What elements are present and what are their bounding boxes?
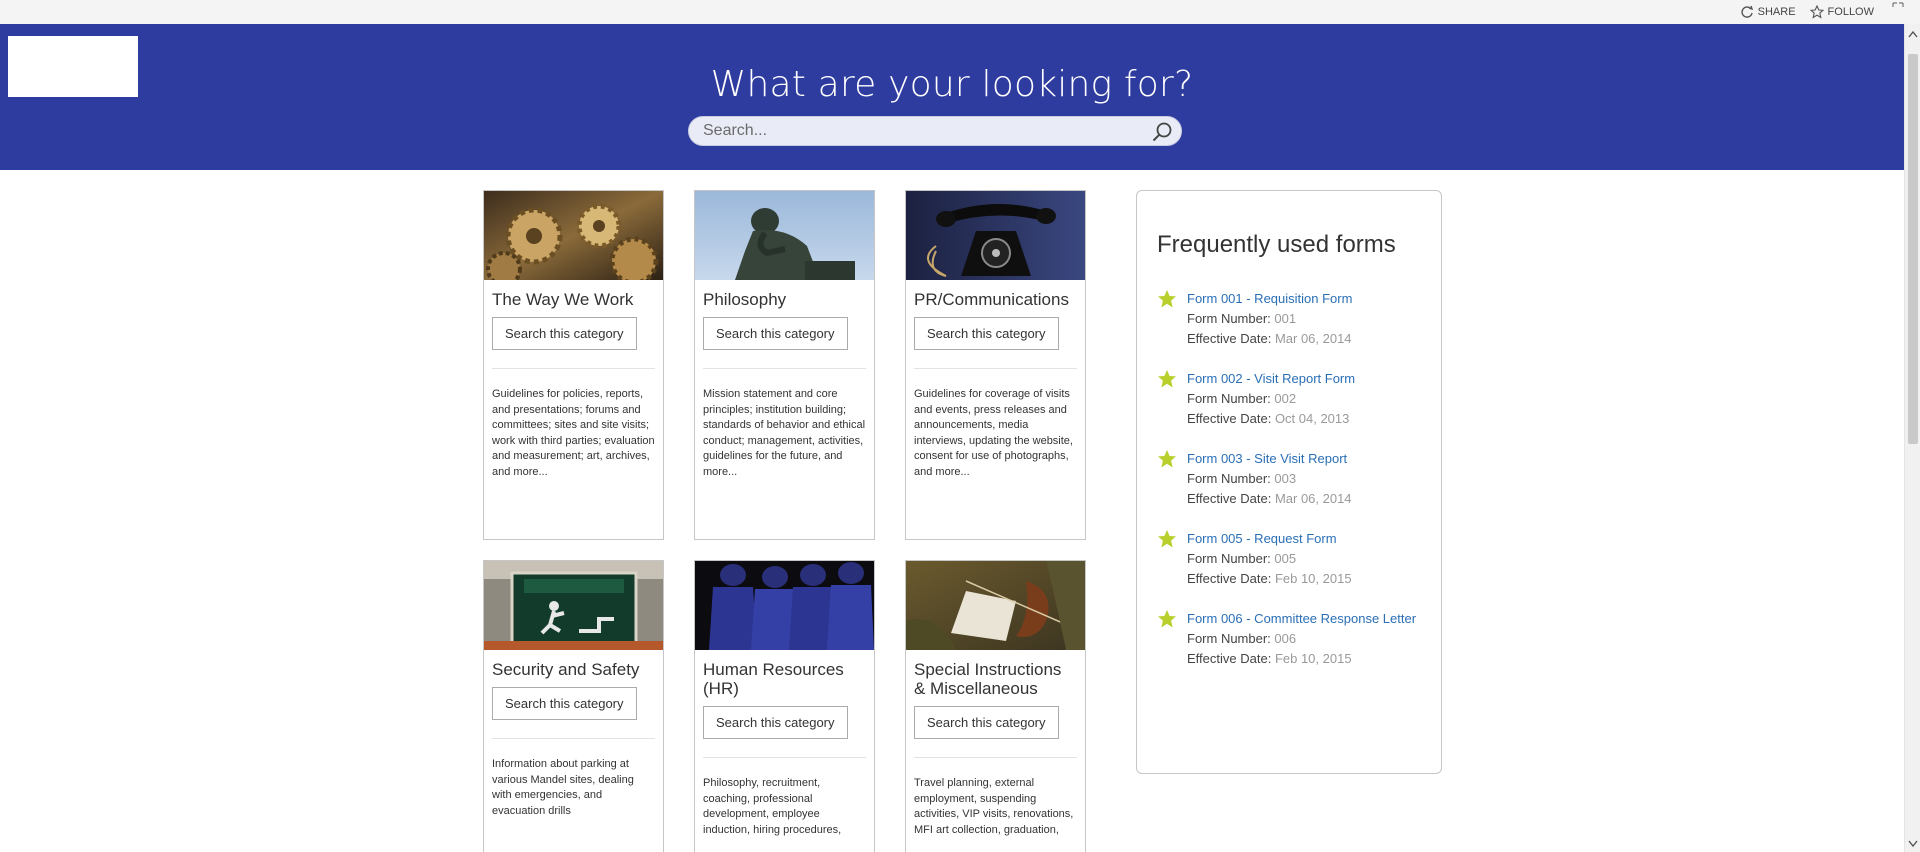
category-card-human-resources: Human Resources (HR) Search this categor… [694,560,875,852]
form-link[interactable]: Form 006 - Committee Response Letter [1187,609,1427,629]
share-icon [1741,5,1753,18]
effective-date-label: Effective Date: [1187,651,1272,666]
divider [492,738,655,739]
search-category-button[interactable]: Search this category [914,317,1059,350]
effective-date-value: Oct 04, 2013 [1274,411,1350,426]
form-number-value: 005 [1274,551,1297,566]
search-input[interactable] [703,117,1143,145]
form-number-value: 003 [1274,471,1297,486]
focus-content-icon[interactable] [1892,2,1904,14]
category-card-pr-communications: PR/Communications Search this category G… [905,190,1086,540]
category-card-way-we-work: The Way We Work Search this category Gui… [483,190,664,540]
forms-panel-title: Frequently used forms [1157,231,1396,258]
form-number-value: 006 [1274,631,1297,646]
category-description: Information about parking at various Man… [492,758,634,817]
search-box [688,116,1182,146]
effective-date-value: Mar 06, 2014 [1274,331,1352,346]
form-link[interactable]: Form 005 - Request Form [1187,529,1427,549]
form-number-label: Form Number: [1187,471,1271,486]
category-card-philosophy: Philosophy Search this category Mission … [694,190,875,540]
divider [914,368,1077,369]
category-title: Special Instructions & Miscellaneous [914,660,1062,698]
scroll-thumb[interactable] [1908,54,1918,444]
search-category-button[interactable]: Search this category [703,706,848,739]
category-card-special-instructions: Special Instructions & Miscellaneous Sea… [905,560,1086,852]
effective-date-value: Mar 06, 2014 [1274,491,1352,506]
category-title: The Way We Work [492,290,634,309]
category-description: Philosophy, recruitment, coaching, profe… [703,777,842,836]
share-label: SHARE [1757,6,1796,18]
search-icon[interactable] [1151,121,1173,143]
divider [703,368,866,369]
effective-date-value: Feb 10, 2015 [1274,571,1352,586]
form-number-label: Form Number: [1187,391,1271,406]
football-players-image [695,561,874,650]
header-banner: What are your looking for? [0,24,1904,170]
page-title: What are your looking for? [710,64,1194,105]
category-description: Guidelines for coverage of visits and ev… [914,388,1073,478]
category-title: Security and Safety [492,660,640,679]
vintage-telephone-image [906,191,1085,280]
star-icon [1158,290,1176,308]
form-number-value: 002 [1274,391,1297,406]
divider [914,757,1077,758]
form-link[interactable]: Form 002 - Visit Report Form [1187,369,1427,389]
divider [703,757,866,758]
star-icon [1158,450,1176,468]
search-category-button[interactable]: Search this category [492,687,637,720]
category-card-security-safety: Security and Safety Search this category… [483,560,664,852]
star-icon [1158,530,1176,548]
form-link[interactable]: Form 001 - Requisition Form [1187,289,1427,309]
suite-bar: SHARE FOLLOW [0,0,1920,24]
effective-date-label: Effective Date: [1187,491,1272,506]
form-number-value: 001 [1274,311,1297,326]
scroll-up-icon[interactable] [1908,30,1918,40]
frequently-used-forms-panel: Frequently used forms Form 001 - Requisi… [1136,190,1442,774]
effective-date-label: Effective Date: [1187,411,1272,426]
category-description: Guidelines for policies, reports, and pr… [492,388,655,478]
star-outline-icon [1809,5,1824,19]
gears-image [484,191,663,280]
category-title: Human Resources (HR) [703,660,844,698]
suite-actions: SHARE FOLLOW [1740,0,1874,24]
form-number-label: Form Number: [1187,311,1271,326]
category-description: Travel planning, external employment, su… [914,777,1074,836]
star-icon [1158,610,1176,628]
category-title: Philosophy [703,290,787,309]
share-button[interactable]: SHARE [1740,5,1796,19]
follow-button[interactable]: FOLLOW [1809,5,1874,19]
form-number-label: Form Number: [1187,631,1271,646]
exit-sign-image [484,561,663,650]
star-icon [1158,370,1176,388]
thinker-statue-image [695,191,874,280]
category-description: Mission statement and core principles; i… [703,388,866,478]
search-category-button[interactable]: Search this category [703,317,848,350]
violin-orchestra-image [906,561,1085,650]
effective-date-label: Effective Date: [1187,571,1272,586]
form-number-label: Form Number: [1187,551,1271,566]
scrollbar[interactable] [1904,24,1920,852]
scroll-down-icon[interactable] [1908,838,1918,848]
effective-date-value: Feb 10, 2015 [1274,651,1352,666]
search-category-button[interactable]: Search this category [492,317,637,350]
divider [492,368,655,369]
search-category-button[interactable]: Search this category [914,706,1059,739]
effective-date-label: Effective Date: [1187,331,1272,346]
follow-label: FOLLOW [1827,6,1874,18]
form-link[interactable]: Form 003 - Site Visit Report [1187,449,1427,469]
category-title: PR/Communications [914,290,1069,309]
